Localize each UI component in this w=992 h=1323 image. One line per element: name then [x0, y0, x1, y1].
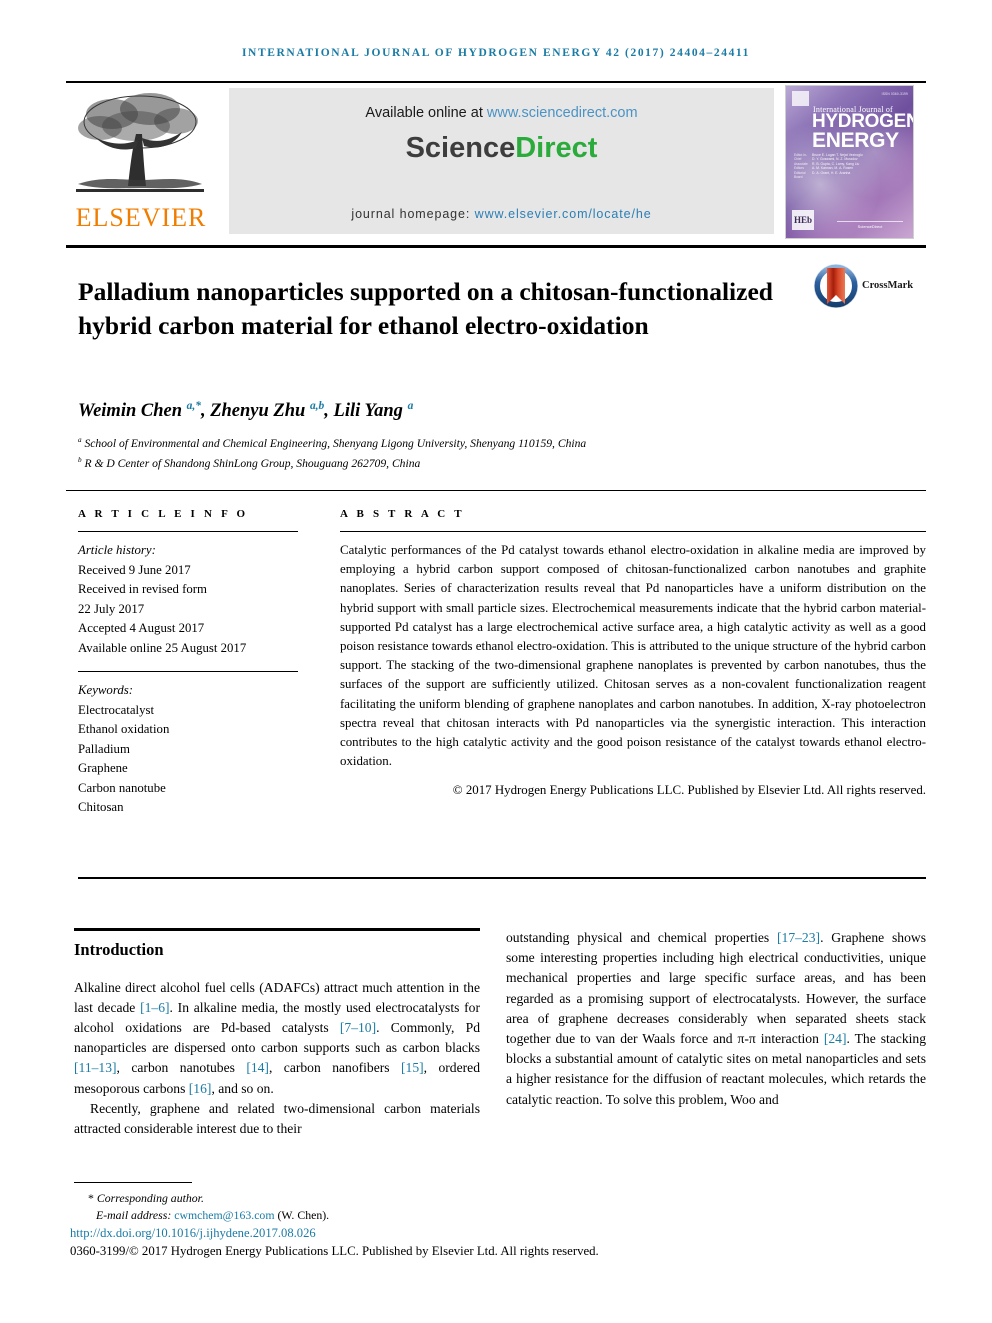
article-history-item: Received in revised form [78, 582, 207, 596]
keywords-divider-rule [78, 671, 298, 672]
affiliation-item: b R & D Center of Shandong ShinLong Grou… [78, 452, 898, 472]
intro-p3-text-b: . Graphene shows some interesting proper… [506, 930, 926, 1047]
email-label: E-mail address: [96, 1207, 175, 1222]
article-history-block: Article history: Received 9 June 2017 Re… [78, 541, 298, 658]
info-section-top-rule [66, 490, 926, 491]
keyword-item: Ethanol oxidation [78, 722, 170, 736]
journal-cover-thumbnail: ISSN 0360-3199 International Journal of … [785, 85, 914, 239]
article-history-label: Article history: [78, 543, 156, 557]
elsevier-wordmark: ELSEVIER [75, 203, 207, 232]
affiliation-list: a School of Environmental and Chemical E… [78, 432, 898, 472]
intro-p3-text-a: outstanding physical and chemical proper… [506, 930, 778, 945]
keyword-item: Graphene [78, 761, 128, 775]
crossmark-icon [813, 263, 859, 309]
body-top-rule [78, 877, 926, 879]
citation-ref[interactable]: [1–6] [140, 1000, 169, 1015]
citation-ref[interactable]: [15] [401, 1060, 424, 1075]
introduction-heading: Introduction [74, 939, 164, 959]
citation-ref[interactable]: [24] [824, 1031, 847, 1046]
keywords-block: Keywords: Electrocatalyst Ethanol oxidat… [78, 681, 298, 818]
body-column-left: Introduction Alkaline direct alcohol fue… [74, 928, 480, 1139]
abstract-heading-rule [340, 531, 926, 532]
cover-publisher-badge-icon [792, 91, 809, 106]
introduction-paragraph-2: Recently, graphene and related two-dimen… [74, 1100, 480, 1136]
cover-publisher-divider [837, 221, 903, 222]
running-head: INTERNATIONAL JOURNAL OF HYDROGEN ENERGY… [241, 47, 750, 59]
journal-homepage-label: journal homepage: [351, 207, 475, 221]
email-link[interactable]: cwmchem@163.com [174, 1208, 274, 1222]
sciencedirect-link[interactable]: www.sciencedirect.com [487, 105, 638, 121]
author-name-3: Lili Yang [333, 401, 408, 422]
masthead: ELSEVIER Available online at www.science… [66, 85, 926, 239]
abstract-heading: A B S T R A C T [340, 508, 465, 520]
footnote-rule [74, 1182, 192, 1183]
keyword-item: Electrocatalyst [78, 702, 155, 717]
page-title: Palladium nanoparticles supported on a c… [78, 277, 773, 341]
affiliation-text-b: R & D Center of Shandong ShinLong Group,… [81, 456, 421, 470]
introduction-paragraph-3: outstanding physical and chemical proper… [506, 928, 926, 1110]
abstract-text: Catalytic performances of the Pd catalys… [340, 543, 926, 769]
paper-page: INTERNATIONAL JOURNAL OF HYDROGEN ENERGY… [0, 0, 992, 1323]
sciencedirect-logo[interactable]: ScienceDirect [229, 132, 774, 165]
crossmark-badge[interactable]: CrossMark [812, 262, 924, 310]
keywords-label: Keywords: [78, 683, 133, 697]
sciencedirect-logo-science: Science [405, 132, 516, 164]
available-online-text: Available online at [365, 105, 487, 121]
cover-editor-names: Bruce E. Logan T. Nejat Veziroglu D. Y. … [812, 153, 863, 175]
author-3-affiliation-marker: a [407, 400, 414, 412]
article-history-item: Received 9 June 2017 [78, 562, 191, 577]
email-line: E-mail address: cwmchem@163.com (W. Chen… [74, 1207, 504, 1224]
body-column-right: outstanding physical and chemical proper… [506, 928, 926, 1110]
citation-ref[interactable]: [14] [246, 1060, 269, 1075]
sciencedirect-band: Available online at www.sciencedirect.co… [229, 88, 774, 234]
masthead-bottom-rule [66, 245, 926, 248]
author-2-affiliation-marker: a,b [309, 400, 325, 412]
issn-copyright-line: 0360-3199/© 2017 Hydrogen Energy Publica… [70, 1244, 599, 1258]
author-name-1: Weimin Chen [78, 401, 187, 422]
author-list: Weimin Chen a,*, Zhenyu Zhu a,b, Lili Ya… [78, 400, 898, 422]
intro-p1-text-e: , carbon nanofibers [268, 1060, 401, 1076]
author-separator-2: , [324, 401, 334, 422]
abstract-copyright: © 2017 Hydrogen Energy Publications LLC.… [452, 783, 926, 798]
article-info-column: A R T I C L E I N F O Article history: R… [78, 508, 298, 818]
corresponding-author-line: * Corresponding author. [74, 1190, 504, 1207]
keyword-item: Chitosan [78, 800, 124, 814]
article-history-item: Available online 25 August 2017 [78, 640, 247, 655]
email-suffix: (W. Chen). [274, 1207, 330, 1222]
keyword-item: Carbon nanotube [78, 780, 166, 795]
affiliation-item: a School of Environmental and Chemical E… [78, 432, 898, 452]
cover-hle-mark: HEb [792, 210, 814, 230]
article-info-heading-rule [78, 531, 298, 532]
intro-p1-text-g: , and so on. [211, 1080, 274, 1096]
intro-p1-text-d: , carbon nanotubes [116, 1060, 247, 1076]
cover-issn: ISSN 0360-3199 [881, 92, 908, 96]
journal-homepage-line: journal homepage: www.elsevier.com/locat… [229, 207, 774, 221]
cover-publisher-name: ScienceDirect [857, 224, 883, 229]
keyword-item: Palladium [78, 741, 130, 756]
corresponding-author-text: Corresponding author. [93, 1191, 204, 1205]
doi-link[interactable]: http://dx.doi.org/10.1016/j.ijhydene.201… [70, 1226, 316, 1241]
available-online-line: Available online at www.sciencedirect.co… [229, 105, 774, 121]
footnote-block: * Corresponding author. E-mail address: … [74, 1190, 504, 1223]
journal-homepage-link[interactable]: www.elsevier.com/locate/he [475, 207, 652, 221]
citation-ref[interactable]: [7–10] [340, 1020, 376, 1035]
header-rule [66, 81, 926, 83]
introduction-heading-rule [74, 928, 480, 931]
author-1-affiliation-marker: a,* [186, 400, 201, 412]
abstract-column: A B S T R A C T Catalytic performances o… [340, 508, 926, 798]
affiliation-text-a: School of Environmental and Chemical Eng… [81, 436, 587, 450]
article-info-heading: A R T I C L E I N F O [78, 508, 249, 520]
author-name-2: Zhenyu Zhu [210, 401, 310, 422]
author-separator-1: , [200, 401, 211, 422]
cover-editor-labels: Editor-in-Chief Associate Editors Editor… [794, 153, 808, 180]
citation-ref[interactable]: [16] [189, 1081, 212, 1096]
sciencedirect-logo-direct: Direct [515, 132, 598, 164]
crossmark-label: CrossMark [862, 280, 914, 291]
cover-title-energy: ENERGY [812, 129, 899, 152]
article-history-item: Accepted 4 August 2017 [78, 621, 205, 635]
citation-ref[interactable]: [17–23] [777, 930, 820, 945]
article-history-item: 22 July 2017 [78, 601, 145, 616]
citation-ref[interactable]: [11–13] [74, 1060, 117, 1075]
introduction-paragraph-1: Alkaline direct alcohol fuel cells (ADAF… [74, 978, 480, 1099]
